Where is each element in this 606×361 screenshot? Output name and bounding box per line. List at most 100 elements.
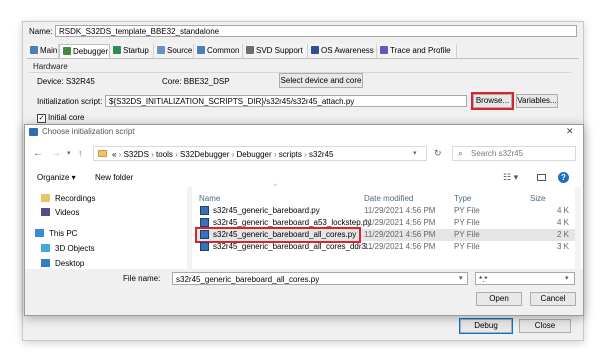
- refresh-icon[interactable]: ↻: [434, 148, 442, 159]
- file-type-select[interactable]: *.*: [475, 272, 575, 285]
- sort-arrow-icon: ^: [274, 184, 277, 190]
- file-type: PY File: [454, 218, 480, 227]
- file-date: 11/29/2021 4:56 PM: [364, 230, 436, 239]
- breadcrumb-item[interactable]: scripts: [279, 150, 302, 159]
- nav-item-label: 3D Objects: [55, 244, 95, 253]
- file-rows: s32r45_generic_bareboard.py 11/29/2021 4:…: [194, 205, 575, 265]
- chooser-toolbar: Organize ▾ New folder ☷ ▾ ?: [25, 171, 583, 185]
- navigation-pane: Recordings Videos This PC 3D Objects Desktop: [25, 187, 193, 269]
- view-options-icon[interactable]: ☷ ▾: [503, 172, 518, 183]
- breadcrumb-item[interactable]: tools: [156, 150, 173, 159]
- file-name-dropdown-icon[interactable]: ▾: [459, 274, 463, 282]
- tab-label: Source: [167, 46, 193, 55]
- chooser-title: Choose initialization script: [42, 127, 135, 136]
- close-icon[interactable]: ✕: [566, 126, 574, 137]
- file-size: 3 K: [557, 242, 570, 251]
- folder-icon: [41, 194, 50, 202]
- variables-button[interactable]: Variables...: [516, 94, 558, 108]
- tab-main[interactable]: Main: [27, 44, 59, 58]
- main-tab-icon: [30, 46, 38, 54]
- nav-item-videos[interactable]: Videos: [41, 207, 79, 219]
- init-script-field[interactable]: ${S32DS_INITIALIZATION_SCRIPTS_DIR}/s32r…: [105, 95, 467, 107]
- recent-dropdown-icon[interactable]: ▾: [67, 149, 71, 157]
- file-row[interactable]: s32r45_generic_bareboard.py 11/29/2021 4:…: [195, 205, 575, 217]
- tab-startup[interactable]: Startup: [110, 44, 154, 58]
- tab-svd-support[interactable]: SVD Support: [243, 44, 308, 58]
- cancel-button[interactable]: Cancel: [530, 292, 576, 306]
- close-button[interactable]: Close: [519, 319, 571, 333]
- column-date[interactable]: Date modified: [364, 194, 413, 203]
- file-list-scrollbar[interactable]: [575, 187, 581, 269]
- nav-item-label: Recordings: [55, 194, 96, 203]
- tab-source[interactable]: Source: [154, 44, 194, 58]
- file-date: 11/29/2021 4:56 PM: [364, 242, 436, 251]
- file-row[interactable]: s32r45_generic_bareboard_all_cores_ddr3.…: [195, 241, 575, 253]
- file-date: 11/29/2021 4:56 PM: [364, 206, 436, 215]
- file-row[interactable]: s32r45_generic_bareboard_a53_lockstep.py…: [195, 217, 575, 229]
- nav-scrollbar[interactable]: [187, 187, 192, 269]
- file-name-label: File name:: [123, 274, 161, 283]
- breadcrumb-separator: ›: [301, 150, 310, 159]
- back-arrow-icon[interactable]: ←: [33, 148, 43, 159]
- browse-button[interactable]: Browse...: [471, 92, 514, 110]
- file-name: s32r45_generic_bareboard_a53_lockstep.py: [213, 218, 372, 227]
- file-type: PY File: [454, 242, 480, 251]
- breadcrumb-item[interactable]: s32r45: [309, 150, 333, 159]
- help-icon[interactable]: ?: [558, 172, 569, 183]
- breadcrumb-item[interactable]: S32DS: [124, 150, 149, 159]
- startup-tab-icon: [113, 46, 121, 54]
- python-file-icon: [200, 242, 209, 251]
- file-size: 2 K: [557, 230, 570, 239]
- file-name-input[interactable]: s32r45_generic_bareboard_all_cores.py: [172, 272, 468, 285]
- folder-icon: [98, 150, 107, 157]
- trace-tab-icon: [380, 46, 388, 54]
- select-device-button[interactable]: Select device and core: [279, 73, 363, 88]
- app-icon: [29, 128, 38, 136]
- chooser-footer: File name: s32r45_generic_bareboard_all_…: [25, 269, 583, 315]
- svd-tab-icon: [246, 46, 254, 54]
- name-label: Name:: [29, 27, 53, 36]
- config-name-field[interactable]: RSDK_S32DS_template_BBE32_standalone: [55, 25, 577, 37]
- open-button[interactable]: Open: [476, 292, 522, 306]
- tab-trace-and-profile[interactable]: Trace and Profile: [377, 44, 457, 58]
- tab-debugger[interactable]: Debugger: [59, 44, 110, 58]
- address-dropdown-icon[interactable]: ▾: [413, 149, 417, 157]
- device-label: Device: S32R45: [37, 77, 95, 86]
- 3d-objects-icon: [41, 244, 50, 252]
- nav-item-this-pc[interactable]: This PC: [35, 228, 77, 240]
- address-row: ← → ▾ ↑ « › S32DS › tools › S32Debugger …: [25, 145, 583, 163]
- preview-pane-icon[interactable]: [537, 174, 546, 181]
- nav-item-recordings[interactable]: Recordings: [41, 193, 95, 205]
- new-folder-button[interactable]: New folder: [95, 173, 133, 182]
- column-size[interactable]: Size: [530, 194, 546, 203]
- videos-icon: [41, 208, 50, 216]
- file-row[interactable]: s32r45_generic_bareboard_all_cores.py 11/…: [194, 227, 575, 243]
- tab-common[interactable]: Common: [194, 44, 243, 58]
- file-size: 4 K: [557, 206, 570, 215]
- core-label: Core: BBE32_DSP: [162, 77, 230, 86]
- nav-item-3d-objects[interactable]: 3D Objects: [41, 243, 95, 255]
- organize-button[interactable]: Organize ▾: [37, 173, 76, 182]
- file-name: s32r45_generic_bareboard_all_cores_ddr3.…: [213, 242, 373, 251]
- address-bar[interactable]: « › S32DS › tools › S32Debugger › Debugg…: [93, 146, 427, 161]
- file-type-dropdown-icon[interactable]: ▾: [565, 274, 569, 282]
- initial-core-checkbox[interactable]: ✓: [37, 114, 46, 123]
- tab-label: Startup: [123, 46, 149, 55]
- tab-os-awareness[interactable]: OS Awareness: [308, 44, 377, 58]
- tab-label: OS Awareness: [321, 46, 374, 55]
- column-name[interactable]: Name: [199, 194, 220, 203]
- file-name: s32r45_generic_bareboard.py: [213, 206, 320, 215]
- breadcrumb-separator: ›: [148, 150, 157, 159]
- common-tab-icon: [197, 46, 205, 54]
- breadcrumb-item[interactable]: S32Debugger: [180, 150, 229, 159]
- forward-arrow-icon[interactable]: →: [51, 148, 61, 159]
- up-arrow-icon[interactable]: ↑: [78, 148, 83, 158]
- os-tab-icon: [311, 46, 319, 54]
- breadcrumb-item[interactable]: Debugger: [237, 150, 272, 159]
- search-box[interactable]: ⌕ Search s32r45: [452, 146, 576, 161]
- column-type[interactable]: Type: [454, 194, 471, 203]
- tab-label: Debugger: [73, 47, 109, 56]
- hardware-group-label: Hardware: [33, 62, 68, 71]
- file-type: PY File: [454, 206, 480, 215]
- debug-button[interactable]: Debug: [459, 318, 513, 334]
